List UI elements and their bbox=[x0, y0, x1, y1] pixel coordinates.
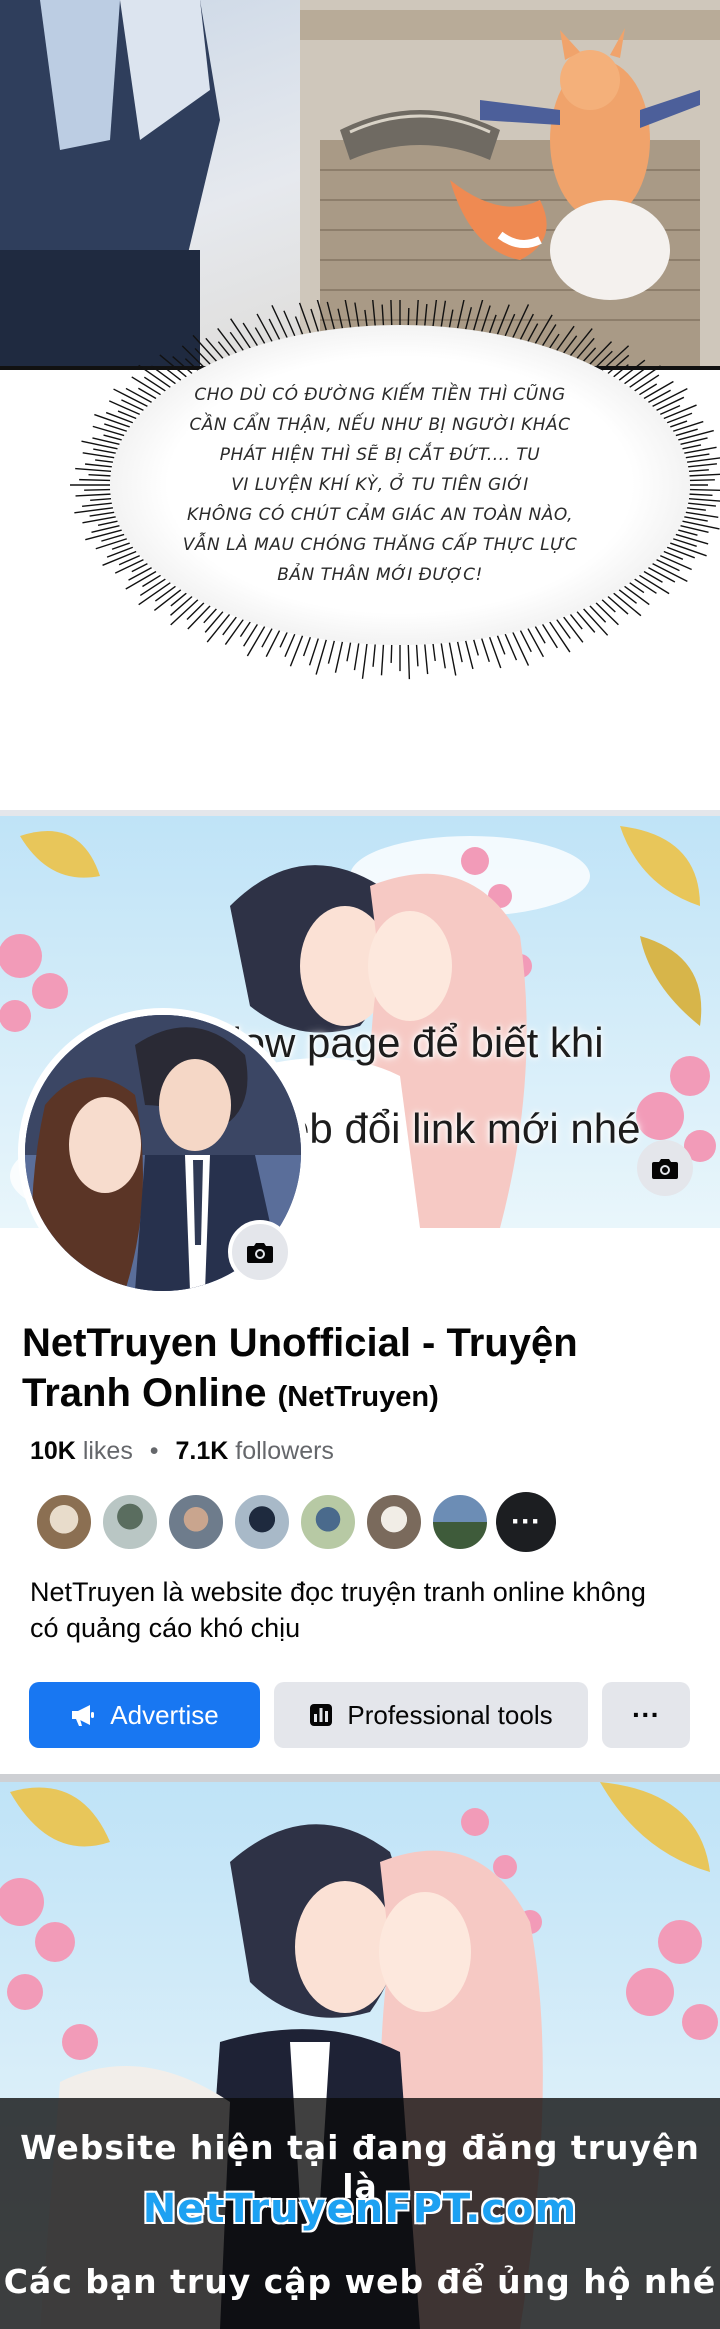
section-divider bbox=[0, 1774, 720, 1782]
screenshot-root: CHO DÙ CÓ ĐƯỜNG KIẾM TIỀN THÌ CŨNG CẦN C… bbox=[0, 0, 720, 2329]
professional-tools-button[interactable]: Professional tools bbox=[274, 1682, 588, 1748]
advertise-button[interactable]: Advertise bbox=[29, 1682, 260, 1748]
page-handle: (NetTruyen) bbox=[277, 1381, 439, 1413]
edit-cover-button[interactable] bbox=[637, 1140, 693, 1196]
speech-line: CẦN CẨN THẬN, NẾU NHƯ BỊ NGƯỜI KHÁC bbox=[189, 415, 571, 435]
follower-avatar[interactable] bbox=[100, 1492, 160, 1552]
speech-line: BẢN THÂN MỚI ĐƯỢC! bbox=[277, 565, 483, 585]
page-description: NetTruyen là website đọc truyện tranh on… bbox=[30, 1577, 646, 1643]
follower-avatar[interactable] bbox=[430, 1492, 490, 1552]
follower-avatar[interactable] bbox=[166, 1492, 226, 1552]
chart-icon bbox=[309, 1703, 333, 1727]
page-title: NetTruyen Unofficial - Truyện Tranh Onli… bbox=[22, 1318, 682, 1422]
advertise-label: Advertise bbox=[110, 1699, 219, 1730]
likes-count: 10K bbox=[30, 1437, 76, 1465]
follower-avatar[interactable] bbox=[298, 1492, 358, 1552]
camera-icon bbox=[652, 1159, 678, 1179]
speech-line: VI LUYỆN KHÍ KỲ, Ở TU TIÊN GIỚI bbox=[231, 475, 529, 495]
follower-avatar[interactable] bbox=[34, 1492, 94, 1552]
followers-count: 7.1K bbox=[175, 1437, 229, 1465]
stats-separator: • bbox=[149, 1437, 159, 1465]
banner-notice-line2: Các bạn truy cập web để ủng hộ nhé bbox=[3, 2262, 717, 2301]
more-followers-button[interactable]: ··· bbox=[496, 1492, 556, 1552]
professional-tools-label: Professional tools bbox=[347, 1699, 553, 1730]
followers-avatars: ··· bbox=[34, 1492, 556, 1552]
banner-site-name[interactable]: NetTruyenFPT.com bbox=[0, 2186, 720, 2232]
speech-line: VẪN LÀ MAU CHÓNG THĂNG CẤP THỰC LỰC bbox=[182, 535, 578, 555]
followers-label[interactable]: followers bbox=[235, 1437, 334, 1465]
camera-icon bbox=[247, 1243, 273, 1263]
speech-text: CHO DÙ CÓ ĐƯỜNG KIẾM TIỀN THÌ CŨNG CẦN C… bbox=[180, 380, 580, 590]
likes-label[interactable]: likes bbox=[83, 1437, 133, 1465]
megaphone-icon bbox=[70, 1703, 96, 1727]
speech-line: KHÔNG CÓ CHÚT CẢM GIÁC AN TOÀN NÀO, bbox=[186, 505, 573, 525]
follower-avatar[interactable] bbox=[364, 1492, 424, 1552]
speech-line: CHO DÙ CÓ ĐƯỜNG KIẾM TIỀN THÌ CŨNG bbox=[194, 385, 566, 405]
speech-line: PHÁT HIỆN THÌ SẼ BỊ CẮT ĐỨT.... TU bbox=[219, 445, 541, 465]
more-options-button[interactable]: ··· bbox=[602, 1682, 690, 1748]
page-stats: 10K likes • 7.1K followers bbox=[30, 1437, 334, 1466]
edit-avatar-button[interactable] bbox=[228, 1220, 292, 1284]
follower-avatar[interactable] bbox=[232, 1492, 292, 1552]
